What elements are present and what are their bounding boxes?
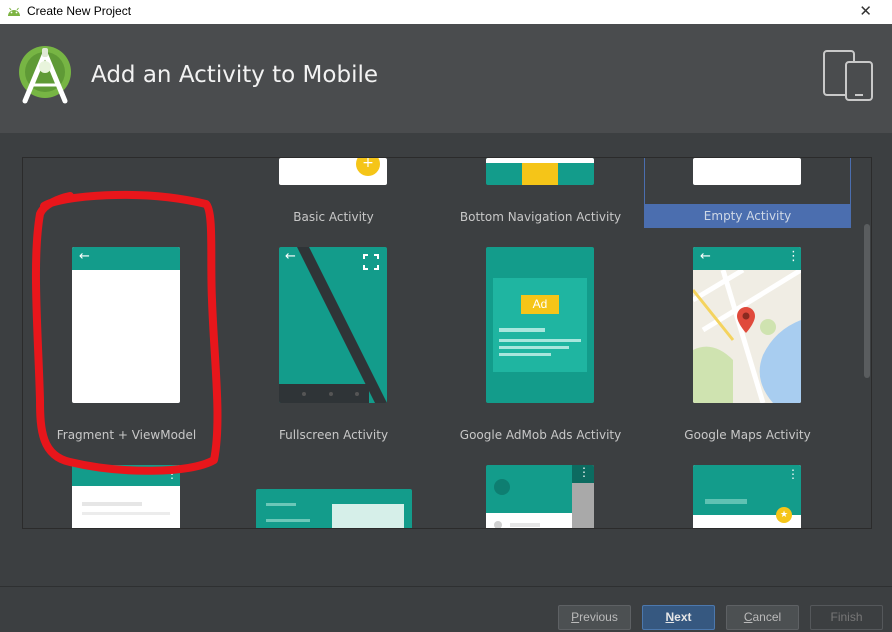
gallery-scrollbar-thumb[interactable] [864, 224, 870, 378]
finish-button[interactable]: Finish [810, 605, 883, 630]
footer-divider [0, 586, 892, 587]
page-title: Add an Activity to Mobile [91, 62, 378, 88]
admob-thumbnail: Ad [486, 247, 594, 403]
fragment-viewmodel-thumbnail: ← [72, 247, 180, 403]
cancel-button[interactable]: Cancel [726, 605, 799, 630]
fullscreen-thumbnail: ← [279, 247, 387, 403]
empty-activity-thumbnail [693, 158, 801, 185]
activity-tile-row3-4[interactable]: ⋮ ★ [644, 464, 851, 528]
wizard-header: Add an Activity to Mobile [0, 24, 892, 133]
back-arrow-icon: ← [285, 249, 296, 264]
activity-tile-empty[interactable]: Empty Activity [644, 158, 851, 228]
previous-mnemonic: P [571, 610, 580, 624]
previous-label-post: revious [579, 610, 618, 624]
back-arrow-icon: ← [79, 249, 90, 264]
basic-activity-thumbnail: + [279, 158, 387, 185]
activity-thumbnail: ⋮ ★ [693, 465, 801, 528]
fab-icon: + [356, 158, 380, 176]
android-studio-logo [19, 46, 71, 104]
previous-button[interactable]: Previous [558, 605, 631, 630]
android-icon [8, 7, 20, 16]
activity-label: Fragment + ViewModel [56, 428, 197, 442]
next-mnemonic: N [665, 610, 675, 624]
activity-label: Google AdMob Ads Activity [459, 428, 622, 442]
activity-tile-basic[interactable]: + Basic Activity [230, 158, 437, 228]
devices-icon [823, 50, 873, 101]
close-icon[interactable]: ✕ [859, 2, 872, 20]
overflow-menu-icon: ⋮ [787, 467, 799, 481]
bottom-navigation-thumbnail [486, 158, 594, 185]
activity-gallery[interactable]: + Basic Activity Bottom Navigation Activ… [22, 157, 872, 529]
next-label-post: ext [674, 610, 692, 624]
activity-tile-google-maps[interactable]: ← ⋮ Google Maps Activity [644, 246, 851, 446]
bottom-nav-selected-item [522, 163, 558, 185]
activity-tile-fragment-viewmodel[interactable]: ← Fragment + ViewModel [23, 246, 230, 446]
next-button[interactable]: Next [642, 605, 715, 630]
activity-label: Bottom Navigation Activity [459, 210, 622, 224]
finish-label: Finish [830, 610, 863, 624]
activity-tile-row3-1[interactable]: ⋮ [23, 464, 230, 528]
activity-tile-fullscreen[interactable]: ← Fullscreen Activity [230, 246, 437, 446]
activity-label: Basic Activity [293, 210, 374, 224]
activity-label: Fullscreen Activity [278, 428, 389, 442]
activity-thumbnail [256, 489, 412, 528]
activity-tile-bottom-navigation[interactable]: Bottom Navigation Activity [437, 158, 644, 228]
activity-thumbnail: ⋮ [72, 465, 180, 528]
activity-thumbnail: ⋮ [486, 465, 594, 528]
activity-tile-admob[interactable]: Ad Google AdMob Ads Activity [437, 246, 644, 446]
overflow-menu-icon: ⋮ [578, 465, 590, 479]
cancel-label-post: ancel [752, 610, 782, 624]
overflow-menu-icon: ⋮ [166, 467, 178, 481]
window-title: Create New Project [27, 4, 132, 18]
activity-tile-row3-3[interactable]: ⋮ [437, 464, 644, 528]
ad-badge: Ad [521, 295, 559, 314]
google-maps-thumbnail: ← ⋮ [693, 247, 801, 403]
fullscreen-icon [363, 254, 379, 270]
overflow-menu-icon: ⋮ [787, 249, 800, 264]
window-titlebar: Create New Project ✕ [0, 0, 892, 24]
back-arrow-icon: ← [700, 249, 711, 264]
activity-tile-row3-2[interactable] [230, 464, 437, 528]
map-pin-icon [737, 307, 755, 333]
activity-label: Google Maps Activity [684, 428, 811, 442]
activity-label: Empty Activity [703, 209, 792, 223]
star-icon: ★ [776, 507, 792, 523]
